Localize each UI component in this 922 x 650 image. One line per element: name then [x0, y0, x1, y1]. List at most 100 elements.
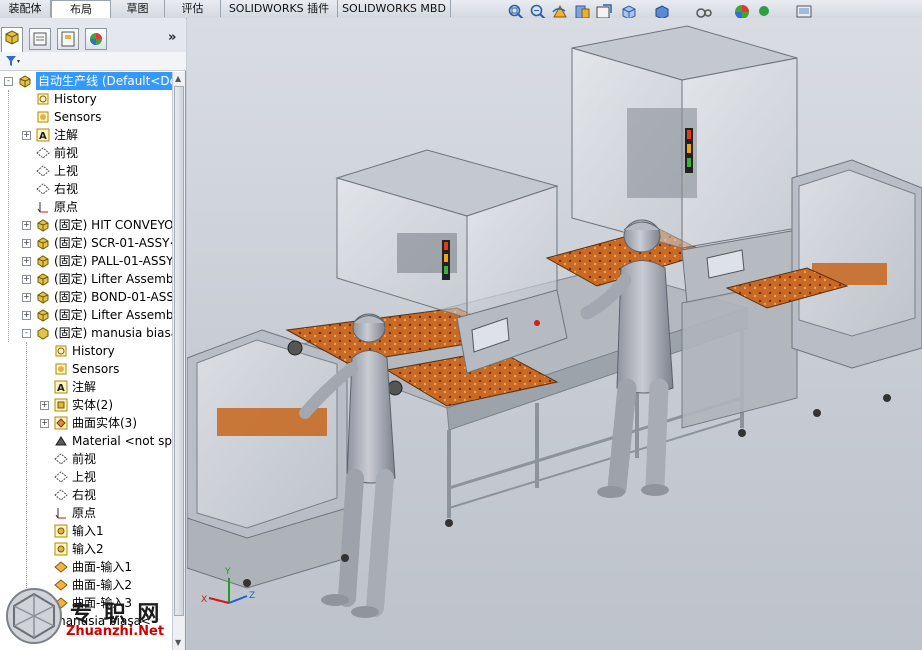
tree-item-label: (固定) manusia biasa<1 [54, 326, 172, 340]
tree-item[interactable]: - (固定) manusia biasa<1 [0, 324, 172, 342]
tree-item-label: 自动生产线 (Default<Defa [36, 72, 172, 90]
triad-z-label: Z [249, 591, 255, 601]
tab-addins[interactable]: SOLIDWORKS 插件 [221, 0, 338, 17]
tree-item[interactable]: + (固定) PALL-01-ASSY-5- [0, 252, 172, 270]
assembly-icon [19, 75, 31, 88]
display-manager-icon [90, 33, 102, 45]
collapse-node-icon[interactable]: - [22, 329, 31, 338]
solid-body-icon [54, 398, 68, 412]
tree-scrollbar[interactable]: ▲ ▼ [172, 72, 185, 650]
tree-item[interactable]: + (固定) BOND-01-ASSY< [0, 288, 172, 306]
assembly-model-view[interactable]: Y X Z [187, 18, 922, 650]
triad-y-label: Y [224, 567, 231, 577]
panel-tabs: » [0, 18, 186, 53]
tree-item[interactable]: 原点 [0, 198, 172, 216]
scroll-down-icon[interactable]: ▼ [175, 638, 181, 647]
tree-item[interactable]: Sensors [0, 108, 172, 126]
feature-manager-tab[interactable] [1, 27, 23, 52]
tab-mbd[interactable]: SOLIDWORKS MBD [338, 0, 451, 17]
tab-assembly[interactable]: 装配体 [0, 0, 51, 17]
tree-item[interactable]: 右视 [0, 180, 172, 198]
tree-item-label: (固定) PALL-01-ASSY-5- [54, 254, 172, 268]
plane-icon [54, 471, 68, 483]
subassembly-icon [37, 291, 49, 304]
tree-item-label: 曲面-输入2 [72, 578, 132, 592]
sensor-icon [55, 363, 67, 375]
collapse-node-icon[interactable]: - [4, 77, 13, 86]
feature-tree: -自动生产线 (Default<DefaHistorySensors+A注解前视… [0, 72, 172, 650]
part-icon [37, 327, 49, 340]
tree-item-label: History [72, 344, 115, 358]
tree-connector [8, 90, 9, 342]
graphics-area[interactable]: Y X Z [187, 18, 922, 650]
history-icon [37, 93, 49, 105]
tree-item-label: 上视 [54, 164, 79, 178]
tab-layout[interactable]: 布局 [51, 0, 111, 18]
subassembly-icon [37, 255, 49, 268]
tree-item[interactable]: + (固定) Lifter Assembly 2 [0, 306, 172, 324]
subassembly-icon [37, 273, 49, 286]
configuration-manager-tab[interactable] [57, 28, 79, 50]
plane-icon [36, 183, 50, 195]
tree-item-label: 输入2 [72, 542, 104, 556]
expand-node-icon[interactable]: + [22, 293, 31, 302]
tree-item[interactable]: + A 注解 [0, 126, 172, 144]
tree-item-label: Sensors [54, 110, 102, 124]
expand-node-icon[interactable]: + [22, 311, 31, 320]
tree-item-label: 注解 [72, 380, 97, 394]
tree-item-label: 实体(2) [72, 398, 113, 412]
display-manager-tab[interactable] [85, 28, 107, 50]
tree-item-label: (固定) HIT CONVEYOR [54, 218, 172, 232]
import-icon [54, 542, 68, 556]
tree-item-label: 注解 [54, 128, 79, 142]
origin-icon [37, 202, 48, 213]
expand-node-icon[interactable]: + [40, 419, 49, 428]
tree-item[interactable]: + (固定) Lifter Assembly< [0, 270, 172, 288]
annotation-icon: A [54, 380, 68, 394]
tree-item[interactable]: + (固定) HIT CONVEYOR [0, 216, 172, 234]
expand-node-icon[interactable]: + [22, 131, 31, 140]
expand-node-icon[interactable]: + [22, 257, 31, 266]
tree-item-label: Sensors [72, 362, 120, 376]
expand-node-icon[interactable]: + [22, 275, 31, 284]
property-manager-icon [33, 32, 47, 46]
tree-item[interactable]: 前视 [0, 144, 172, 162]
surface-import-icon [54, 561, 68, 573]
configuration-manager-icon [61, 31, 75, 47]
tree-item-label: 曲面-输入1 [72, 560, 132, 574]
import-icon [54, 524, 68, 538]
left-machine-enclosure [187, 329, 348, 589]
subassembly-icon [37, 219, 49, 232]
plane-icon [36, 165, 50, 177]
property-manager-tab[interactable] [29, 28, 51, 50]
expand-node-icon[interactable]: + [40, 401, 49, 410]
tree-item-label: 原点 [72, 506, 97, 520]
sensor-icon [37, 111, 49, 123]
tree-item-label: Material <not spec [72, 434, 172, 448]
tree-item-label: 原点 [54, 200, 79, 214]
tree-item-label: (固定) BOND-01-ASSY< [54, 290, 172, 304]
expand-panel-button[interactable]: » [168, 30, 176, 45]
feature-tree-icon [5, 30, 19, 45]
expand-node-icon[interactable]: + [22, 239, 31, 248]
filter-row [0, 52, 186, 71]
tree-item-label: (固定) SCR-01-ASSY<1: [54, 236, 172, 250]
subassembly-icon [37, 309, 49, 322]
tab-evaluate[interactable]: 评估 [165, 0, 221, 17]
tab-sketch[interactable]: 草图 [111, 0, 165, 17]
scrollbar-thumb[interactable] [174, 86, 184, 616]
filter-icon[interactable] [5, 55, 21, 67]
tree-item-label: 右视 [72, 488, 97, 502]
feature-manager-panel: » - 自动生产线 (Default<Defa History Sensors + A 注解… [0, 18, 186, 650]
annotation-icon: A [36, 128, 50, 142]
tree-item[interactable]: History [0, 90, 172, 108]
tree-item[interactable]: - 自动生产线 (Default<Defa [0, 72, 172, 90]
tree-item-label: (固定) Lifter Assembly 2 [54, 308, 172, 322]
scroll-up-icon[interactable]: ▲ [175, 74, 181, 83]
tree-item[interactable]: + (固定) SCR-01-ASSY<1: [0, 234, 172, 252]
watermark-url: Zhuanzhi.Net [66, 624, 165, 639]
expand-node-icon[interactable]: + [22, 221, 31, 230]
tree-item-label: (固定) Lifter Assembly< [54, 272, 172, 286]
tree-item[interactable]: 上视 [0, 162, 172, 180]
plane-icon [54, 489, 68, 501]
